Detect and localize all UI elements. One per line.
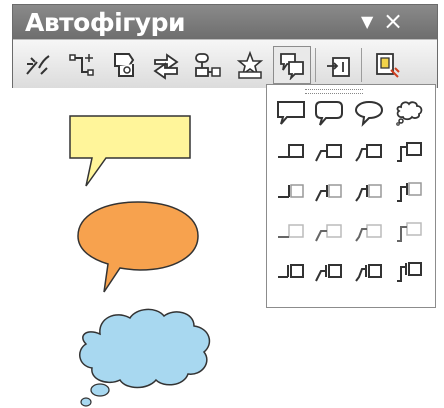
basic-shapes-tool[interactable] xyxy=(105,46,143,84)
panel-drag-grip[interactable] xyxy=(305,89,363,94)
line-callout-3-accent-icon[interactable] xyxy=(351,177,387,209)
line-callout-4-noborder-icon[interactable] xyxy=(391,217,427,249)
oval-callout-shape[interactable] xyxy=(70,198,206,298)
line-callout-1-noborder-icon[interactable] xyxy=(273,217,309,249)
line-callout-1-accent-icon[interactable] xyxy=(273,177,309,209)
cloud-callout-icon[interactable] xyxy=(391,97,427,129)
line-callout-2-noborder-icon[interactable] xyxy=(311,217,347,249)
rounded-rect-callout-icon[interactable] xyxy=(311,97,347,129)
more-autoshapes-tool[interactable] xyxy=(367,46,405,84)
line-callout-3-noborder-icon[interactable] xyxy=(351,217,387,249)
dropdown-triangle-icon[interactable]: ▼ xyxy=(361,12,373,31)
block-arrows-tool[interactable] xyxy=(147,46,185,84)
line-callout-2-icon[interactable] xyxy=(311,137,347,169)
line-callout-1-border-accent-icon[interactable] xyxy=(273,257,309,289)
lines-icon xyxy=(26,55,50,75)
flowchart-icon xyxy=(195,53,221,77)
line-callout-1-icon[interactable] xyxy=(273,137,309,169)
autoshapes-toolbar: Автофігури ▼ × xyxy=(12,4,438,88)
toolbar-titlebar[interactable]: Автофігури ▼ × xyxy=(13,5,437,39)
toolbar-separator xyxy=(361,48,362,82)
toolbar-title: Автофігури xyxy=(25,8,185,37)
toolbar-buttons-row xyxy=(13,39,437,88)
rect-callout-icon[interactable] xyxy=(273,97,309,129)
line-callout-4-icon[interactable] xyxy=(391,137,427,169)
stars-banners-icon xyxy=(236,50,264,79)
lines-tool[interactable] xyxy=(19,46,57,84)
line-callout-3-border-accent-icon[interactable] xyxy=(351,257,387,289)
stars-banners-tool[interactable] xyxy=(231,46,269,84)
line-callout-3-icon[interactable] xyxy=(351,137,387,169)
line-callout-4-border-accent-icon[interactable] xyxy=(391,257,427,289)
cloud-callout-shape[interactable] xyxy=(70,304,220,408)
action-buttons-tool[interactable] xyxy=(319,46,357,84)
more-autoshapes-icon xyxy=(376,53,400,78)
line-callout-2-accent-icon[interactable] xyxy=(311,177,347,209)
rectangular-callout-shape[interactable] xyxy=(64,112,200,192)
block-arrows-icon xyxy=(153,53,179,80)
flowchart-tool[interactable] xyxy=(189,46,227,84)
action-buttons-icon xyxy=(327,57,350,77)
callouts-tool[interactable] xyxy=(273,46,311,84)
line-callout-2-border-accent-icon[interactable] xyxy=(311,257,347,289)
connectors-icon xyxy=(69,54,94,76)
oval-callout-icon[interactable] xyxy=(351,97,387,129)
callouts-icon xyxy=(280,53,304,80)
close-icon[interactable]: × xyxy=(383,7,403,35)
connectors-tool[interactable] xyxy=(63,46,101,84)
basic-shapes-icon xyxy=(114,53,135,77)
line-callout-4-accent-icon[interactable] xyxy=(391,177,427,209)
callouts-dropdown-panel xyxy=(266,84,436,308)
toolbar-separator xyxy=(315,48,316,82)
